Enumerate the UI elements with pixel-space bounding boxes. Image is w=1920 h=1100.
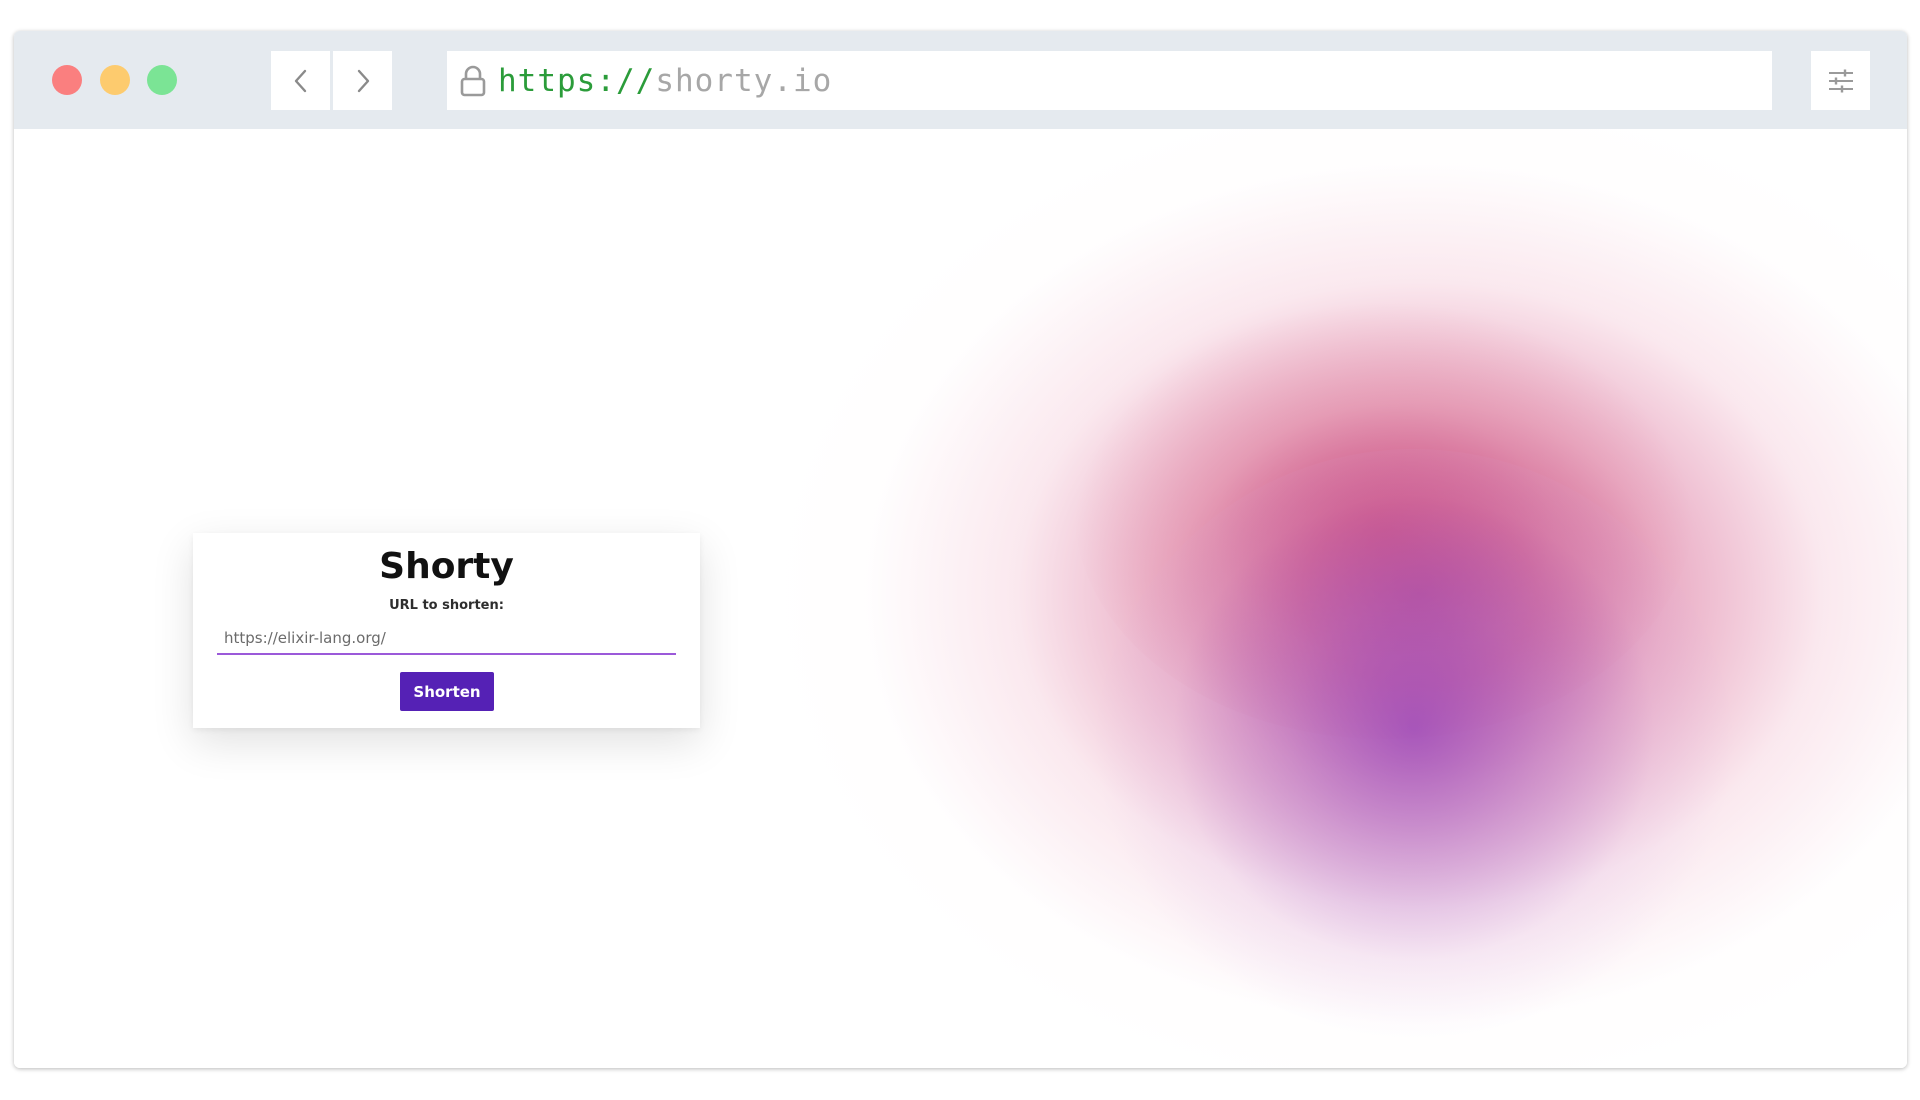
sliders-icon <box>1828 69 1853 92</box>
address-url: https://shorty.io <box>498 63 832 99</box>
page-content: Shorty URL to shorten: Shorten <box>14 129 1907 1068</box>
back-button[interactable] <box>271 51 330 110</box>
shorten-button[interactable]: Shorten <box>400 672 494 711</box>
shorten-form-card: Shorty URL to shorten: Shorten <box>193 533 700 728</box>
chevron-right-icon <box>357 69 369 92</box>
minimize-window-button[interactable] <box>100 65 130 95</box>
forward-button[interactable] <box>333 51 392 110</box>
maximize-window-button[interactable] <box>147 65 177 95</box>
lock-icon <box>458 63 488 99</box>
settings-button[interactable] <box>1811 51 1870 110</box>
url-input[interactable] <box>217 623 676 655</box>
close-window-button[interactable] <box>52 65 82 95</box>
url-scheme: https:// <box>498 62 656 99</box>
address-bar[interactable]: https://shorty.io <box>447 51 1772 110</box>
url-host: shorty.io <box>655 62 833 99</box>
chevron-left-icon <box>294 69 306 92</box>
background-gradient-accent <box>1094 449 1734 1068</box>
browser-window: https://shorty.io Shorty URL to shorten:… <box>14 31 1907 1068</box>
browser-titlebar: https://shorty.io <box>14 31 1907 129</box>
page-title: Shorty <box>379 546 514 587</box>
url-field-label: URL to shorten: <box>389 598 504 613</box>
